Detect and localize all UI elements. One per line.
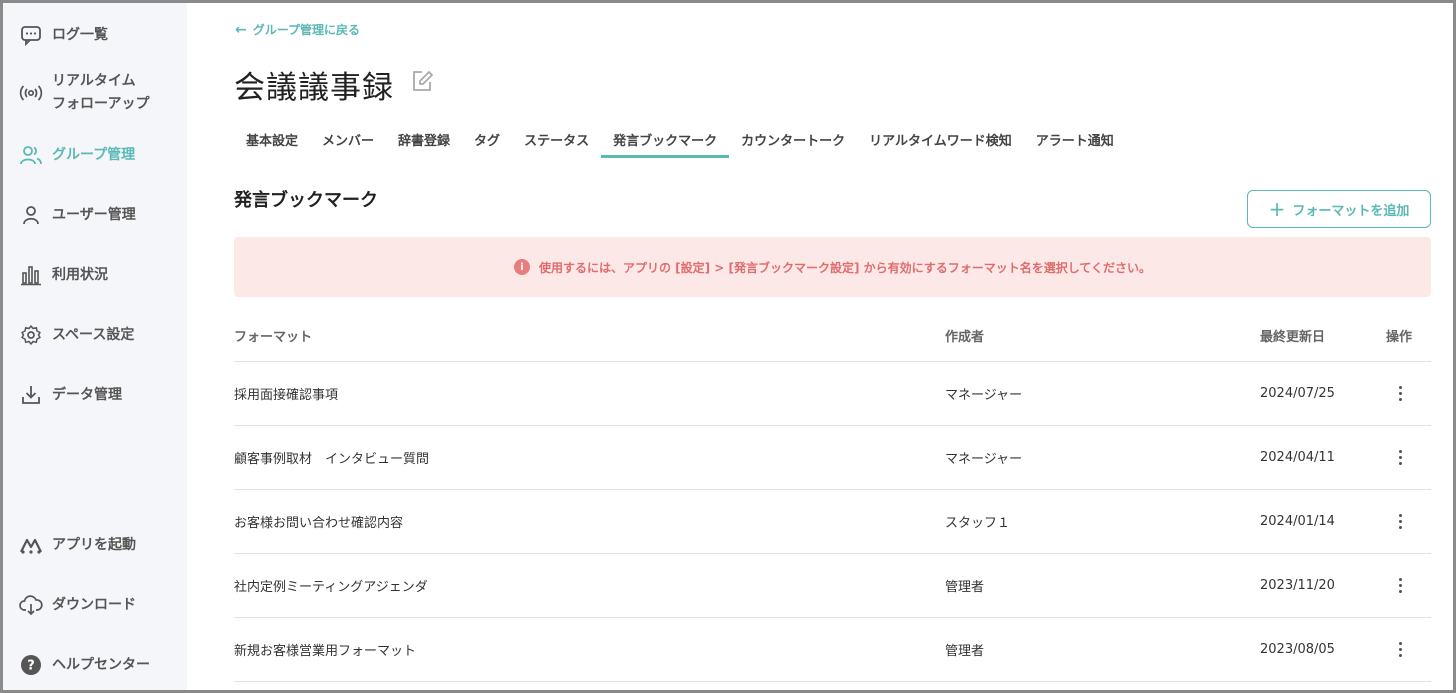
cell-updated: 2023/08/05	[1260, 642, 1335, 657]
cloud-download-icon	[18, 592, 44, 618]
cell-author: スタッフ１	[945, 516, 1011, 531]
back-link[interactable]: ← グループ管理に戻る	[235, 21, 360, 38]
section-title: 発言ブックマーク	[234, 190, 378, 211]
edit-icon[interactable]	[409, 68, 435, 94]
main-content: ← グループ管理に戻る 会議議事録 基本設定 メンバー 辞書登録 タグ ステータ…	[187, 0, 1456, 693]
tab-alert-notification[interactable]: アラート通知	[1024, 126, 1126, 158]
sidebar-item-label: ダウンロード	[52, 596, 136, 613]
cell-updated: 2024/01/14	[1260, 514, 1335, 529]
header-author: 作成者	[945, 330, 985, 345]
cell-format: お客様お問い合わせ確認内容	[234, 516, 404, 531]
page-title: 会議議事録	[234, 70, 394, 106]
cell-author: 管理者	[945, 580, 985, 595]
more-options-icon[interactable]	[1390, 574, 1410, 598]
download-icon	[18, 382, 44, 408]
cell-updated: 2023/11/20	[1260, 578, 1335, 593]
cell-format: 採用面接確認事項	[234, 388, 339, 403]
sidebar-item-label: リアルタイム フォローアップ	[52, 73, 150, 112]
sidebar-item-label: データ管理	[52, 386, 122, 403]
chat-icon	[18, 22, 44, 48]
tab-bar: 基本設定 メンバー 辞書登録 タグ ステータス 発言ブックマーク カウンタートー…	[234, 126, 1126, 158]
sidebar-item-launch-app[interactable]: アプリを起動	[18, 532, 136, 558]
add-format-button[interactable]: + フォーマットを追加	[1247, 190, 1431, 228]
sidebar-item-space-settings[interactable]: スペース設定	[18, 322, 134, 348]
sidebar-item-label: アプリを起動	[52, 536, 136, 553]
tab-tags[interactable]: タグ	[462, 126, 512, 158]
sidebar-item-usage[interactable]: 利用状況	[18, 262, 108, 288]
cell-author: マネージャー	[945, 452, 1023, 467]
tab-realtime-word-detection[interactable]: リアルタイムワード検知	[857, 126, 1024, 158]
broadcast-icon	[18, 80, 44, 106]
more-options-icon[interactable]	[1390, 510, 1410, 534]
table-row[interactable]: 新規お客様営業用フォーマット 管理者 2023/08/05	[234, 618, 1431, 682]
tab-counter-talk[interactable]: カウンタートーク	[729, 126, 857, 158]
sidebar-item-realtime-followup[interactable]: リアルタイム フォローアップ	[18, 70, 149, 116]
table-header: フォーマット 作成者 最終更新日 操作	[234, 310, 1431, 362]
sidebar-item-user-management[interactable]: ユーザー管理	[18, 202, 136, 228]
back-link-label: グループ管理に戻る	[252, 23, 361, 37]
sidebar-item-label: ログ一覧	[52, 26, 108, 43]
tab-status[interactable]: ステータス	[512, 126, 601, 158]
sidebar: ログ一覧 リアルタイム フォローアップ グループ管理 ユーザー管理 利用状況 ス…	[0, 0, 187, 693]
app-launch-icon	[18, 532, 44, 558]
cell-author: マネージャー	[945, 388, 1023, 403]
cell-updated: 2024/04/11	[1260, 450, 1335, 465]
table-row[interactable]: お客様お問い合わせ確認内容 スタッフ１ 2024/01/14	[234, 490, 1431, 554]
info-icon: i	[513, 259, 530, 275]
tab-basic-settings[interactable]: 基本設定	[234, 126, 310, 158]
sidebar-item-label: グループ管理	[52, 146, 136, 163]
sidebar-item-data-management[interactable]: データ管理	[18, 382, 122, 408]
sidebar-item-logs[interactable]: ログ一覧	[18, 22, 108, 48]
table-row[interactable]: 採用面接確認事項 マネージャー 2024/07/25	[234, 362, 1431, 426]
add-format-label: フォーマットを追加	[1292, 203, 1410, 219]
cell-format: 顧客事例取材 インタビュー質問	[234, 452, 430, 467]
more-options-icon[interactable]	[1390, 446, 1410, 470]
bar-chart-icon	[18, 262, 44, 288]
help-icon: ?	[18, 652, 44, 678]
sidebar-item-help-center[interactable]: ? ヘルプセンター	[18, 652, 150, 678]
more-options-icon[interactable]	[1390, 638, 1410, 662]
sidebar-item-download[interactable]: ダウンロード	[18, 592, 136, 618]
alert-text: 使用するには、アプリの [設定] > [発言ブックマーク設定] から有効にするフ…	[538, 260, 1152, 275]
table-row[interactable]: 顧客事例取材 インタビュー質問 マネージャー 2024/04/11	[234, 426, 1431, 490]
tab-dictionary[interactable]: 辞書登録	[386, 126, 462, 158]
header-format: フォーマット	[234, 330, 313, 345]
header-updated: 最終更新日	[1260, 330, 1326, 345]
gear-icon	[18, 322, 44, 348]
more-options-icon[interactable]	[1390, 382, 1410, 406]
sidebar-item-label: ユーザー管理	[52, 206, 136, 223]
table-row[interactable]: 社内定例ミーティングアジェンダ 管理者 2023/11/20	[234, 554, 1431, 618]
tab-speech-bookmark[interactable]: 発言ブックマーク	[601, 126, 730, 158]
cell-updated: 2024/07/25	[1260, 386, 1335, 401]
svg-text:?: ?	[27, 659, 35, 674]
arrow-left-icon: ←	[235, 21, 247, 38]
sidebar-item-label: スペース設定	[52, 326, 135, 343]
cell-author: 管理者	[945, 644, 985, 659]
header-actions: 操作	[1386, 330, 1413, 345]
sidebar-item-label: ヘルプセンター	[52, 656, 150, 673]
cell-format: 社内定例ミーティングアジェンダ	[234, 580, 428, 595]
sidebar-item-group-management[interactable]: グループ管理	[18, 142, 135, 168]
sidebar-item-label: 利用状況	[52, 266, 108, 283]
tab-members[interactable]: メンバー	[310, 126, 386, 158]
info-alert: i 使用するには、アプリの [設定] > [発言ブックマーク設定] から有効にす…	[234, 237, 1431, 297]
group-icon	[18, 142, 44, 168]
user-icon	[18, 202, 44, 228]
cell-format: 新規お客様営業用フォーマット	[234, 644, 417, 659]
plus-icon: +	[1268, 197, 1286, 221]
format-table: フォーマット 作成者 最終更新日 操作 採用面接確認事項 マネージャー 2024…	[234, 310, 1431, 682]
